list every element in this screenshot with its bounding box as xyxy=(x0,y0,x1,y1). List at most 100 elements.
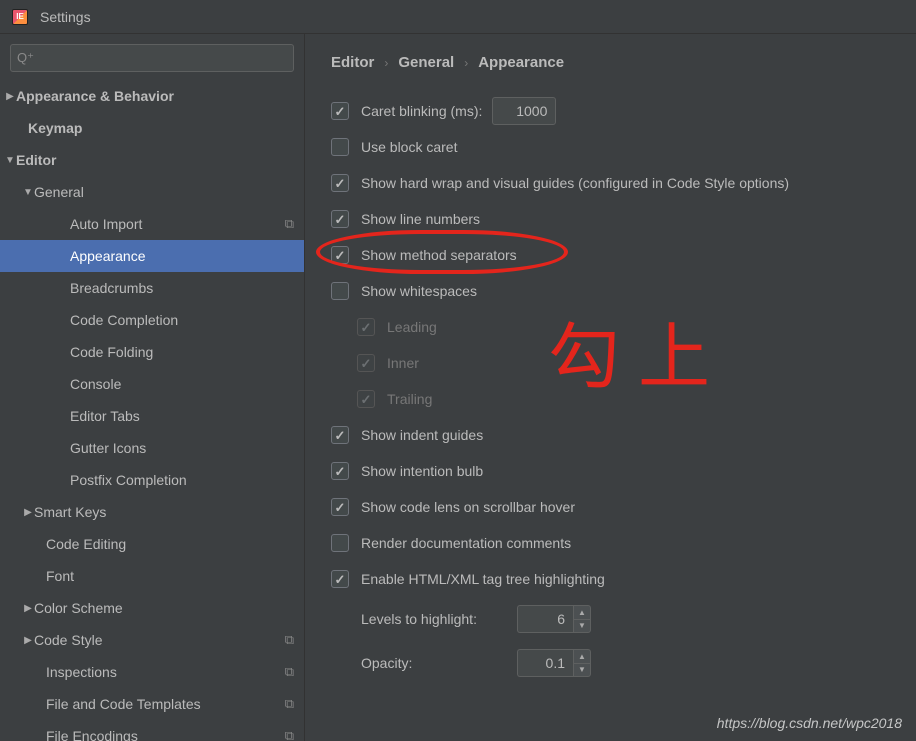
sidebar-item-code-completion[interactable]: Code Completion xyxy=(0,304,304,336)
sidebar-item-label: Gutter Icons xyxy=(70,440,294,456)
option-line-numbers: Show line numbers xyxy=(331,201,890,237)
sidebar-item-postfix-completion[interactable]: Postfix Completion xyxy=(0,464,304,496)
sidebar-item-label: Appearance xyxy=(70,248,294,264)
option-intention-bulb: Show intention bulb xyxy=(331,453,890,489)
option-whitespaces: Show whitespaces xyxy=(331,273,890,309)
sidebar-item-label: Appearance & Behavior xyxy=(16,88,294,104)
sidebar-item-console[interactable]: Console xyxy=(0,368,304,400)
label-line-numbers: Show line numbers xyxy=(361,211,480,227)
spinner-levels[interactable]: ▲ ▼ xyxy=(517,605,591,633)
window-title: Settings xyxy=(40,9,91,25)
chevron-right-icon[interactable]: ▶ xyxy=(22,635,34,646)
sidebar-item-label: File and Code Templates xyxy=(46,696,281,712)
project-level-icon: ⧉ xyxy=(285,728,294,741)
sidebar-item-label: Breadcrumbs xyxy=(70,280,294,296)
chevron-right-icon[interactable]: ▶ xyxy=(4,91,16,102)
sidebar-item-editor[interactable]: ▼Editor xyxy=(0,144,304,176)
spinner-down-icon[interactable]: ▼ xyxy=(574,664,590,677)
spinner-opacity[interactable]: ▲ ▼ xyxy=(517,649,591,677)
app-icon: IE xyxy=(12,9,28,25)
sidebar-item-label: Code Folding xyxy=(70,344,294,360)
breadcrumb-appearance[interactable]: Appearance xyxy=(478,54,564,71)
search-icon: Q⁺ xyxy=(17,50,34,66)
sidebar-item-label: Code Style xyxy=(34,632,281,648)
option-ws-inner: Inner xyxy=(331,345,890,381)
sidebar-item-inspections[interactable]: Inspections⧉ xyxy=(0,656,304,688)
search-input[interactable] xyxy=(38,51,287,66)
sidebar-item-code-style[interactable]: ▶Code Style⧉ xyxy=(0,624,304,656)
titlebar: IE Settings xyxy=(0,0,916,34)
settings-tree[interactable]: ▶Appearance & BehaviorKeymap▼Editor▼Gene… xyxy=(0,80,304,741)
label-render-doc: Render documentation comments xyxy=(361,535,571,551)
checkbox-intention-bulb[interactable] xyxy=(331,462,349,480)
option-ws-leading: Leading xyxy=(331,309,890,345)
breadcrumb-editor[interactable]: Editor xyxy=(331,54,374,71)
label-html-tree: Enable HTML/XML tag tree highlighting xyxy=(361,571,605,587)
sidebar-item-auto-import[interactable]: Auto Import⧉ xyxy=(0,208,304,240)
sidebar-item-label: Font xyxy=(46,568,294,584)
option-code-lens: Show code lens on scrollbar hover xyxy=(331,489,890,525)
sidebar-item-smart-keys[interactable]: ▶Smart Keys xyxy=(0,496,304,528)
breadcrumb-general[interactable]: General xyxy=(398,54,454,71)
checkbox-ws-trailing xyxy=(357,390,375,408)
sidebar-item-appearance[interactable]: Appearance xyxy=(0,240,304,272)
breadcrumb: Editor › General › Appearance xyxy=(331,54,890,71)
sidebar-item-label: Editor xyxy=(16,152,294,168)
checkbox-render-doc[interactable] xyxy=(331,534,349,552)
sidebar-item-appearance-behavior[interactable]: ▶Appearance & Behavior xyxy=(0,80,304,112)
content-panel: Editor › General › Appearance Caret blin… xyxy=(305,34,916,741)
label-block-caret: Use block caret xyxy=(361,139,457,155)
option-block-caret: Use block caret xyxy=(331,129,890,165)
label-opacity: Opacity: xyxy=(361,655,503,671)
sidebar-item-color-scheme[interactable]: ▶Color Scheme xyxy=(0,592,304,624)
sidebar-item-code-folding[interactable]: Code Folding xyxy=(0,336,304,368)
option-render-doc: Render documentation comments xyxy=(331,525,890,561)
chevron-right-icon: › xyxy=(464,56,468,70)
sidebar-item-code-editing[interactable]: Code Editing xyxy=(0,528,304,560)
sidebar-item-label: File Encodings xyxy=(46,728,281,741)
sidebar-item-file-and-code-templates[interactable]: File and Code Templates⧉ xyxy=(0,688,304,720)
checkbox-method-separators[interactable] xyxy=(331,246,349,264)
search-box[interactable]: Q⁺ xyxy=(10,44,294,72)
sidebar-item-editor-tabs[interactable]: Editor Tabs xyxy=(0,400,304,432)
sidebar-item-font[interactable]: Font xyxy=(0,560,304,592)
input-levels[interactable] xyxy=(517,605,573,633)
sidebar-item-label: Code Completion xyxy=(70,312,294,328)
label-ws-trailing: Trailing xyxy=(387,391,432,407)
label-levels: Levels to highlight: xyxy=(361,611,503,627)
checkbox-line-numbers[interactable] xyxy=(331,210,349,228)
option-method-separators: Show method separators xyxy=(331,237,890,273)
chevron-down-icon[interactable]: ▼ xyxy=(4,155,16,166)
chevron-right-icon[interactable]: ▶ xyxy=(22,507,34,518)
input-caret-blinking-ms[interactable] xyxy=(492,97,556,125)
sidebar-item-file-encodings[interactable]: File Encodings ⧉ xyxy=(0,720,304,741)
sidebar-item-gutter-icons[interactable]: Gutter Icons xyxy=(0,432,304,464)
label-intention-bulb: Show intention bulb xyxy=(361,463,483,479)
label-ws-leading: Leading xyxy=(387,319,437,335)
label-indent-guides: Show indent guides xyxy=(361,427,483,443)
input-opacity[interactable] xyxy=(517,649,573,677)
sidebar-item-general[interactable]: ▼General xyxy=(0,176,304,208)
chevron-down-icon[interactable]: ▼ xyxy=(22,187,34,198)
option-html-tree: Enable HTML/XML tag tree highlighting xyxy=(331,561,890,597)
project-level-icon: ⧉ xyxy=(285,696,294,712)
checkbox-whitespaces[interactable] xyxy=(331,282,349,300)
sidebar-item-breadcrumbs[interactable]: Breadcrumbs xyxy=(0,272,304,304)
label-caret-blinking: Caret blinking (ms): xyxy=(361,103,482,119)
project-level-icon: ⧉ xyxy=(285,632,294,648)
spinner-up-icon[interactable]: ▲ xyxy=(574,606,590,620)
chevron-right-icon: › xyxy=(384,56,388,70)
checkbox-indent-guides[interactable] xyxy=(331,426,349,444)
checkbox-code-lens[interactable] xyxy=(331,498,349,516)
checkbox-hard-wrap[interactable] xyxy=(331,174,349,192)
chevron-right-icon[interactable]: ▶ xyxy=(22,603,34,614)
spinner-up-icon[interactable]: ▲ xyxy=(574,650,590,664)
sidebar-item-keymap[interactable]: Keymap xyxy=(0,112,304,144)
sidebar-item-label: Code Editing xyxy=(46,536,294,552)
checkbox-html-tree[interactable] xyxy=(331,570,349,588)
checkbox-block-caret[interactable] xyxy=(331,138,349,156)
watermark: https://blog.csdn.net/wpc2018 xyxy=(717,715,902,731)
spinner-down-icon[interactable]: ▼ xyxy=(574,620,590,633)
checkbox-caret-blinking[interactable] xyxy=(331,102,349,120)
checkbox-ws-inner xyxy=(357,354,375,372)
